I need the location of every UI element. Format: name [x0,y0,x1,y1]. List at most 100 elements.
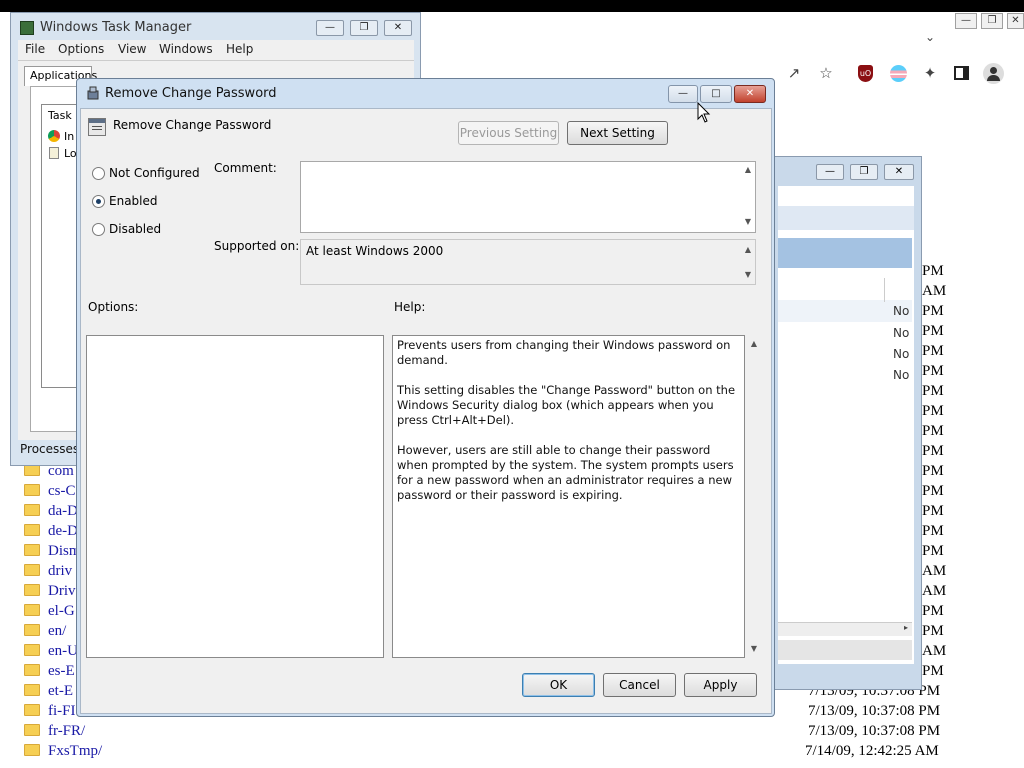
folder-icon [24,524,40,536]
list-item[interactable]: en/ [24,621,66,641]
ampm-cell: PM [922,483,944,499]
cancel-button[interactable]: Cancel [603,673,676,697]
scroll-up-icon[interactable]: ▲ [742,245,754,254]
tm-minimize-button[interactable]: — [316,20,344,36]
profile-icon[interactable] [983,63,1004,84]
table-cell: No [893,304,910,318]
mouse-cursor-icon [697,101,711,127]
ampm-cell: PM [922,363,944,379]
menu-windows[interactable]: Windows [159,42,213,56]
table-row[interactable] [778,300,912,322]
ok-button[interactable]: OK [522,673,595,697]
column-divider [884,278,885,302]
next-setting-button[interactable]: Next Setting [567,121,668,145]
list-item[interactable]: driv [24,561,72,581]
sidepanel-icon[interactable] [954,66,969,80]
ublock-icon[interactable]: uO [858,65,873,82]
ampm-cell: PM [922,403,944,419]
pride-icon[interactable] [890,65,907,82]
options-label: Options: [88,300,139,314]
chrome-icon [48,130,60,142]
list-item[interactable]: et-E [24,681,73,701]
radio-not-configured-label[interactable]: Not Configured [109,166,200,180]
previous-setting-button[interactable]: Previous Setting [458,121,559,145]
menu-help[interactable]: Help [226,42,253,56]
help-scroll-up-icon[interactable]: ▲ [748,339,760,348]
list-item[interactable]: el-G [24,601,75,621]
ampm-cell: PM [922,503,944,519]
browser-restore-button[interactable]: ❐ [981,13,1003,29]
star-icon[interactable]: ☆ [816,64,836,82]
ampm-cell: PM [922,443,944,459]
list-item[interactable]: en-U [24,641,78,661]
browser-minimize-button[interactable]: — [955,13,977,29]
folder-icon [24,624,40,636]
list-item[interactable]: da-D [24,501,78,521]
comment-field[interactable] [300,161,756,233]
comment-label: Comment: [214,161,277,175]
ampm-cell: AM [922,563,947,579]
close-button[interactable]: ✕ [734,85,766,103]
ampm-cell: PM [922,303,944,319]
scroll-down-icon[interactable]: ▼ [742,217,754,226]
scroll-up-icon[interactable]: ▲ [742,165,754,174]
ampm-cell: PM [922,623,944,639]
date-cell: 7/14/09, 12:42:25 AM [805,743,939,759]
task-manager-icon [20,21,34,35]
horizontal-scrollbar[interactable]: ▸ [778,622,912,636]
list-item[interactable]: de-D [24,521,78,541]
maximize-button[interactable]: □ [700,85,732,103]
list-item[interactable]: FxsTmp/ [24,741,102,761]
folder-icon [24,504,40,516]
ampm-cell: PM [922,423,944,439]
tm-close-button[interactable]: ✕ [384,20,412,36]
task-manager-title: Windows Task Manager [40,20,192,35]
ampm-cell: PM [922,263,944,279]
task-item[interactable]: In [64,130,74,143]
tm-restore-button[interactable]: ❐ [350,20,378,36]
share-icon[interactable]: ↗ [784,64,804,82]
menu-file[interactable]: File [25,42,45,56]
folder-icon [24,604,40,616]
radio-disabled[interactable] [92,223,105,236]
list-item[interactable]: cs-C [24,481,76,501]
list-item[interactable]: fi-FI [24,701,76,721]
folder-icon [24,724,40,736]
editor-minimize-button[interactable]: — [816,164,844,180]
screen-top-band [0,0,1024,12]
scroll-down-icon[interactable]: ▼ [742,270,754,279]
task-column-header[interactable]: Task [48,109,72,122]
ampm-cell: AM [922,643,947,659]
help-label: Help: [394,300,426,314]
radio-not-configured[interactable] [92,167,105,180]
radio-disabled-label[interactable]: Disabled [109,222,161,236]
radio-enabled[interactable] [92,195,105,208]
apply-button[interactable]: Apply [684,673,757,697]
setting-icon [88,118,106,136]
ampm-cell: AM [922,283,947,299]
list-item[interactable]: Dism [24,541,81,561]
menu-view[interactable]: View [118,42,146,56]
editor-restore-button[interactable]: ❐ [850,164,878,180]
scroll-right-icon[interactable]: ▸ [904,623,908,632]
task-item[interactable]: Lo [64,147,77,160]
folder-icon [24,564,40,576]
folder-icon [24,684,40,696]
folder-icon [24,484,40,496]
menu-options[interactable]: Options [58,42,104,56]
ampm-cell: PM [922,383,944,399]
list-item[interactable]: es-E [24,661,75,681]
radio-enabled-label[interactable]: Enabled [109,194,158,208]
help-scroll-down-icon[interactable]: ▼ [748,644,760,653]
browser-close-button[interactable]: ✕ [1007,13,1024,29]
list-item[interactable]: Driv [24,581,76,601]
list-item[interactable]: fr-FR/ [24,721,85,741]
extensions-icon[interactable]: ✦ [920,64,940,82]
minimize-button[interactable]: — [668,85,698,103]
folder-icon [24,544,40,556]
chevron-down-icon[interactable]: ⌄ [925,30,935,44]
ampm-cell: PM [922,543,944,559]
date-cell: 7/13/09, 10:37:08 PM [808,723,941,739]
editor-close-button[interactable]: ✕ [884,164,914,180]
options-panel [86,335,384,658]
